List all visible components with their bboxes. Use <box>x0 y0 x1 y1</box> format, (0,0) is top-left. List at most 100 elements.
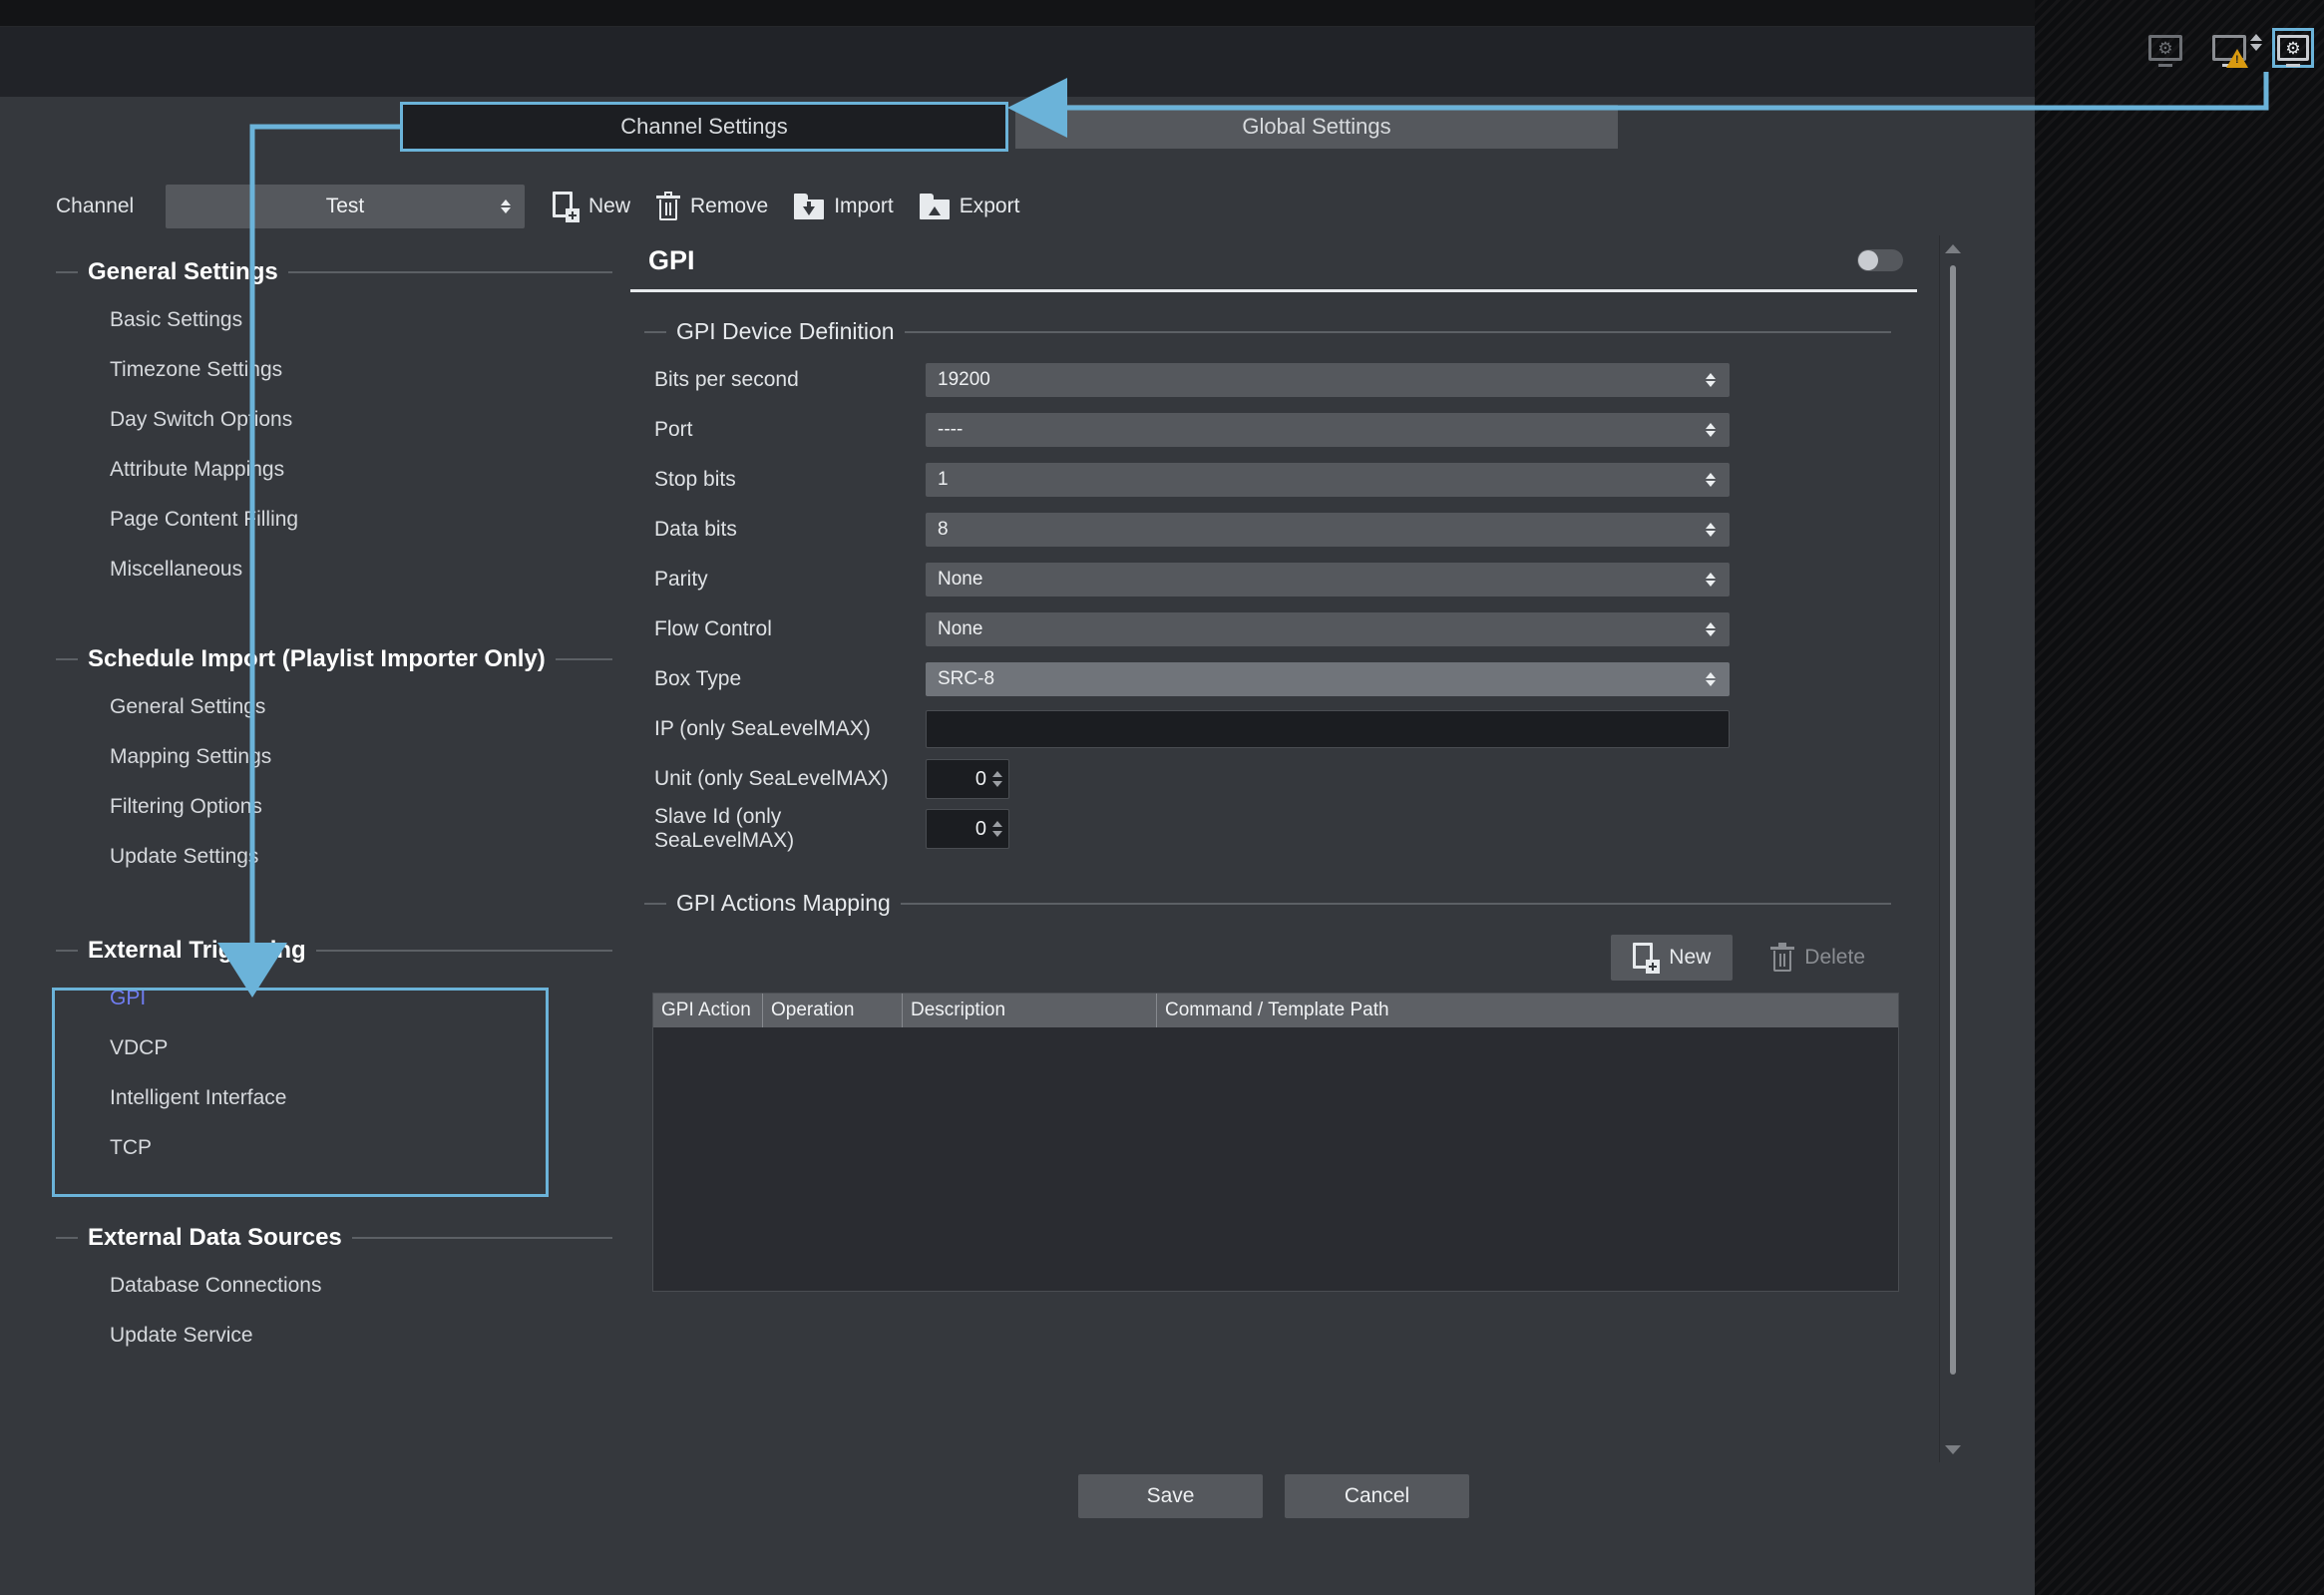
column-header-operation[interactable]: Operation <box>763 994 903 1027</box>
sidebar-item-miscellaneous[interactable]: Miscellaneous <box>0 545 630 595</box>
import-channel-button[interactable]: Import <box>794 194 894 219</box>
group-title-general-settings: General Settings <box>88 258 278 285</box>
select-flow-control[interactable]: None <box>926 612 1730 646</box>
chevron-updown-icon <box>501 199 511 213</box>
scrollbar-thumb[interactable] <box>1950 265 1956 1375</box>
sidebar-item-database-connections[interactable]: Database Connections <box>0 1261 630 1311</box>
sidebar-item-vdcp[interactable]: VDCP <box>0 1023 630 1073</box>
sidebar-item-tcp[interactable]: TCP <box>0 1123 630 1173</box>
group-dash <box>56 950 78 952</box>
sidebar-group-external-triggering: External Triggering GPI VDCP Intelligent… <box>0 928 630 1173</box>
spinner-arrows-icon[interactable] <box>992 771 1002 787</box>
group-title-external-data-sources: External Data Sources <box>88 1224 342 1251</box>
channel-action-buttons: New Remove Import Export <box>553 192 1020 222</box>
dialog-footer-buttons: Save Cancel <box>630 1474 1917 1518</box>
scrollbar-track[interactable] <box>1940 261 1966 1436</box>
trash-icon <box>1770 943 1795 973</box>
trash-icon <box>656 192 681 221</box>
sidebar-item-timezone-settings[interactable]: Timezone Settings <box>0 345 630 395</box>
select-bits-per-second[interactable]: 19200 <box>926 363 1730 397</box>
sidebar-item-attribute-mappings[interactable]: Attribute Mappings <box>0 445 630 495</box>
toggle-knob <box>1858 250 1878 270</box>
field-row-stop-bits: Stop bits 1 <box>630 455 1917 505</box>
field-row-data-bits: Data bits 8 <box>630 505 1917 555</box>
new-channel-button[interactable]: New <box>553 192 631 222</box>
section-rule <box>900 902 1891 905</box>
sidebar-item-si-general-settings[interactable]: General Settings <box>0 682 630 732</box>
folder-import-icon <box>794 194 825 219</box>
new-action-button[interactable]: New <box>1611 935 1734 981</box>
remove-channel-label: Remove <box>690 195 769 217</box>
select-box-type[interactable]: SRC-8 <box>926 662 1730 696</box>
export-channel-label: Export <box>959 195 1020 217</box>
monitor-gear-icon[interactable]: ⚙ <box>2272 28 2314 68</box>
select-data-bits[interactable]: 8 <box>926 513 1730 547</box>
page-title: GPI <box>648 244 695 275</box>
delete-action-button[interactable]: Delete <box>1748 935 1887 981</box>
gpi-settings-panel: GPI GPI Device Definition Bits per secon… <box>630 235 1917 1292</box>
settings-tabs: Channel Settings Global Settings <box>403 105 1618 149</box>
field-row-parity: Parity None <box>630 555 1917 604</box>
monitor-warning-icon[interactable] <box>2208 28 2262 68</box>
monitor-settings-icon[interactable]: ⚙ <box>2144 28 2186 68</box>
save-button[interactable]: Save <box>1078 1474 1263 1518</box>
select-stop-bits[interactable]: 1 <box>926 463 1730 497</box>
spinner-slave-id-sealevelmax[interactable]: 0 <box>926 809 1009 849</box>
spinner-unit-sealevelmax[interactable]: 0 <box>926 759 1009 799</box>
delete-action-label: Delete <box>1804 946 1865 969</box>
system-icons-bar: ⚙ ⚙ <box>2144 28 2314 68</box>
new-action-label: New <box>1669 946 1712 969</box>
scroll-up-arrow-icon[interactable] <box>1940 235 1966 261</box>
content-vertical-scrollbar[interactable] <box>1939 235 1965 1462</box>
sidebar-item-gpi[interactable]: GPI <box>0 974 630 1023</box>
gpi-enable-toggle[interactable] <box>1857 249 1903 271</box>
sidebar-item-basic-settings[interactable]: Basic Settings <box>0 295 630 345</box>
value-port: ---- <box>938 419 964 440</box>
input-ip-sealevelmax[interactable] <box>926 710 1730 748</box>
label-unit-sealevelmax: Unit (only SeaLevelMAX) <box>654 767 889 790</box>
column-header-gpi-action[interactable]: GPI Action <box>653 994 763 1027</box>
select-parity[interactable]: None <box>926 563 1730 597</box>
group-rule <box>351 1237 612 1239</box>
sidebar-item-mapping-settings[interactable]: Mapping Settings <box>0 732 630 782</box>
section-legend-actions-mapping: GPI Actions Mapping <box>676 890 891 916</box>
sidebar-item-filtering-options[interactable]: Filtering Options <box>0 782 630 832</box>
label-port: Port <box>654 418 693 441</box>
label-slave-id-sealevelmax: Slave Id (only SeaLevelMAX) <box>654 805 795 852</box>
column-header-command-template-path[interactable]: Command / Template Path <box>1157 994 1898 1027</box>
group-header: External Data Sources <box>0 1215 630 1261</box>
value-flow-control: None <box>938 618 983 639</box>
group-rule <box>315 950 612 952</box>
export-channel-button[interactable]: Export <box>919 194 1020 219</box>
spinner-arrows-icon[interactable] <box>992 821 1002 837</box>
field-row-port: Port ---- <box>630 405 1917 455</box>
column-header-description[interactable]: Description <box>903 994 1157 1027</box>
chevron-updown-icon <box>1706 523 1716 537</box>
group-header: Schedule Import (Playlist Importer Only) <box>0 636 630 682</box>
sidebar-item-update-settings[interactable]: Update Settings <box>0 832 630 882</box>
sidebar-item-intelligent-interface[interactable]: Intelligent Interface <box>0 1073 630 1123</box>
sidebar-item-page-content-filling[interactable]: Page Content Filling <box>0 495 630 545</box>
table-body[interactable] <box>653 1027 1898 1291</box>
sidebar-group-general-settings: General Settings Basic Settings Timezone… <box>0 249 630 595</box>
window-top-strip <box>0 0 2035 26</box>
device-definition-form: Bits per second 19200 Port ---- Stop bit… <box>630 355 1917 854</box>
chevron-updown-icon <box>1706 672 1716 686</box>
label-parity: Parity <box>654 568 708 591</box>
cancel-button[interactable]: Cancel <box>1285 1474 1469 1518</box>
label-bits-per-second: Bits per second <box>654 368 799 391</box>
select-port[interactable]: ---- <box>926 413 1730 447</box>
group-rule <box>555 658 612 660</box>
gear-glyph-dim: ⚙ <box>2157 38 2173 58</box>
new-document-icon <box>1633 943 1661 974</box>
chevron-updown-icon <box>1706 373 1716 387</box>
group-header: External Triggering <box>0 928 630 974</box>
tab-channel-settings[interactable]: Channel Settings <box>403 105 1005 149</box>
tab-global-settings[interactable]: Global Settings <box>1015 105 1618 149</box>
channel-select[interactable]: Test <box>166 185 525 228</box>
sidebar-item-day-switch-options[interactable]: Day Switch Options <box>0 395 630 445</box>
remove-channel-button[interactable]: Remove <box>656 192 768 221</box>
scroll-down-arrow-icon[interactable] <box>1940 1436 1966 1462</box>
new-channel-label: New <box>588 195 631 217</box>
sidebar-item-update-service[interactable]: Update Service <box>0 1311 630 1361</box>
